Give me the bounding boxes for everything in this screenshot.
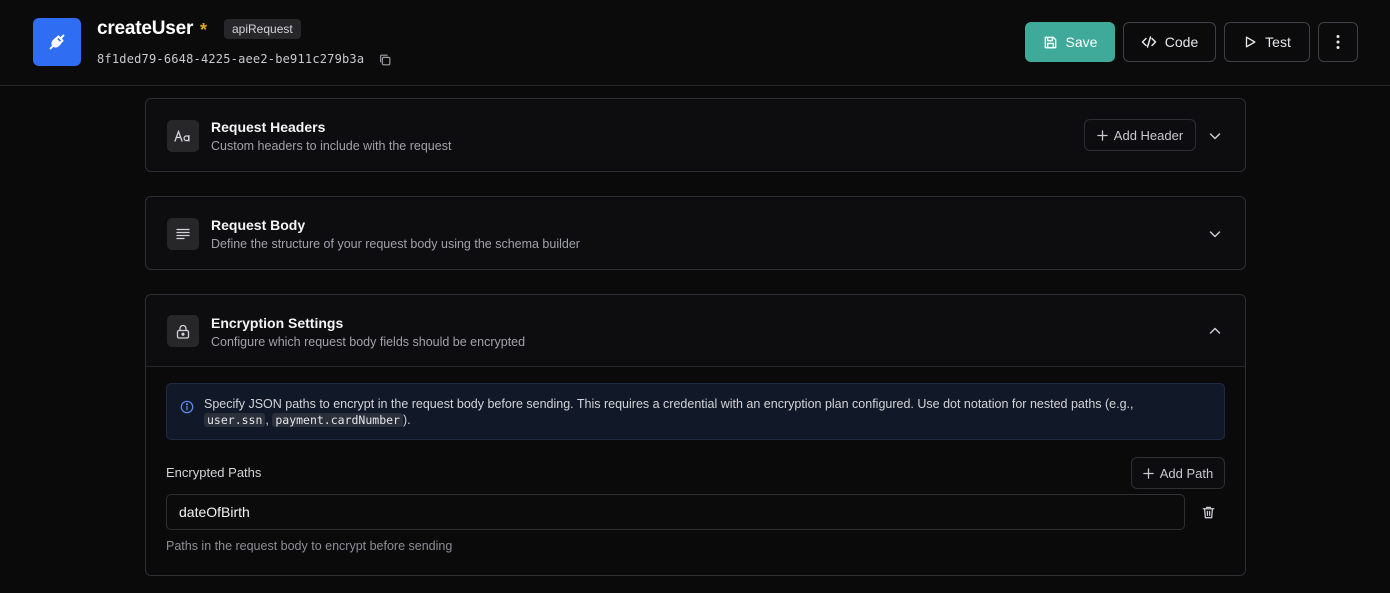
section-title: Encryption Settings: [211, 315, 344, 331]
align-left-icon: [167, 218, 199, 250]
paths-hint: Paths in the request body to encrypt bef…: [166, 539, 453, 553]
plus-icon: [1143, 467, 1154, 479]
chevron-down-icon[interactable]: [1207, 128, 1223, 144]
encrypted-paths-label: Encrypted Paths: [166, 465, 262, 480]
more-vertical-icon: [1336, 35, 1340, 49]
save-icon: [1044, 36, 1056, 48]
example-path-card: payment.cardNumber: [272, 413, 403, 427]
section-subtitle: Configure which request body fields shou…: [211, 335, 526, 349]
play-icon: [1246, 36, 1256, 48]
save-label: Save: [1065, 34, 1098, 50]
request-body-section: Request Body Define the structure of you…: [145, 196, 1246, 270]
example-path-ssn: user.ssn: [204, 413, 266, 427]
unsaved-indicator: *: [200, 20, 208, 40]
info-text-main: Specify JSON paths to encrypt in the req…: [204, 397, 1134, 411]
info-callout: Specify JSON paths to encrypt in the req…: [166, 383, 1225, 440]
save-button[interactable]: Save: [1025, 22, 1115, 62]
add-header-label: Add Header: [1113, 127, 1184, 143]
type-badge: apiRequest: [224, 19, 301, 39]
plus-icon: [1097, 129, 1108, 141]
code-icon: [1141, 36, 1157, 48]
chevron-down-icon[interactable]: [1207, 226, 1223, 242]
info-text: Specify JSON paths to encrypt in the req…: [204, 396, 1204, 428]
trash-icon[interactable]: [1201, 505, 1216, 520]
test-button[interactable]: Test: [1224, 22, 1310, 62]
code-button[interactable]: Code: [1123, 22, 1216, 62]
text-aa-icon: [167, 120, 199, 152]
plug-icon: [33, 18, 81, 66]
add-header-button[interactable]: Add Header: [1084, 119, 1196, 151]
section-title: Request Body: [211, 217, 306, 233]
top-bar: createUser * apiRequest 8f1ded79-6648-42…: [0, 0, 1390, 86]
encrypted-path-input[interactable]: [166, 494, 1185, 530]
request-headers-section: Request Headers Custom headers to includ…: [145, 98, 1246, 172]
info-icon: [180, 400, 194, 414]
test-label: Test: [1265, 34, 1291, 50]
info-text-end: ).: [402, 413, 411, 427]
encryption-settings-section: Encryption Settings Configure which requ…: [145, 294, 1246, 576]
section-title: Request Headers: [211, 119, 326, 135]
add-path-label: Add Path: [1159, 465, 1214, 481]
section-subtitle: Define the structure of your request bod…: [211, 237, 580, 251]
more-options-button[interactable]: [1318, 22, 1358, 62]
code-label: Code: [1164, 34, 1199, 50]
section-subtitle: Custom headers to include with the reque…: [211, 139, 452, 153]
lock-icon: [167, 315, 199, 347]
request-id: 8f1ded79-6648-4225-aee2-be911c279b3a: [97, 52, 365, 66]
add-path-button[interactable]: Add Path: [1131, 457, 1225, 489]
copy-icon[interactable]: [378, 53, 392, 67]
page-title: createUser: [97, 18, 194, 39]
divider: [146, 366, 1245, 367]
chevron-up-icon[interactable]: [1207, 323, 1223, 339]
